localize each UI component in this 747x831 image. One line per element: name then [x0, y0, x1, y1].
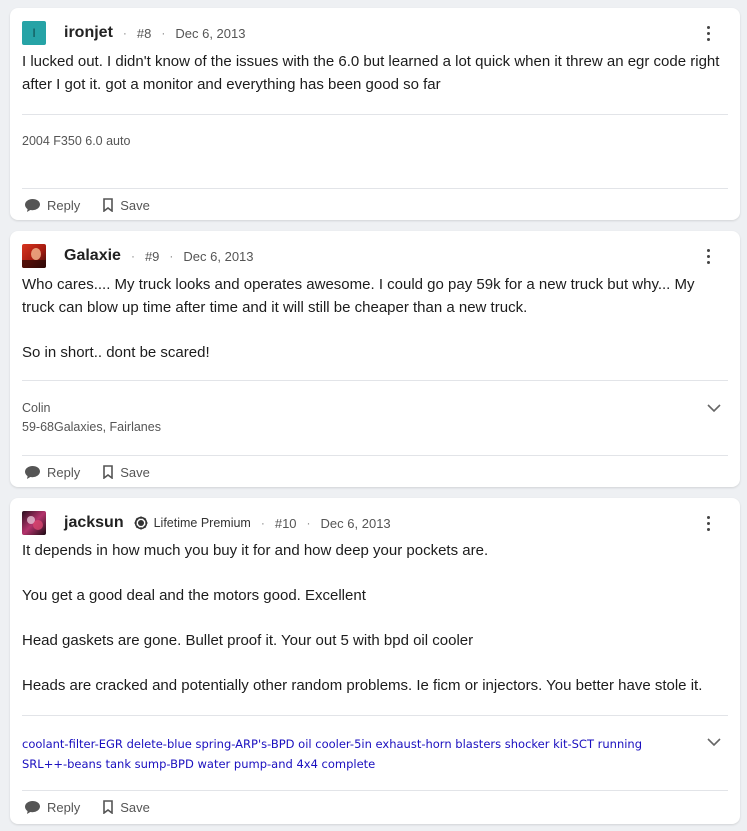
- post-paragraph: You get a good deal and the motors good.…: [22, 587, 366, 604]
- post-number[interactable]: #8: [137, 26, 151, 41]
- gear-badge-icon: [134, 516, 148, 530]
- post-actions: Reply Save: [24, 797, 172, 817]
- reply-icon: [25, 198, 40, 212]
- divider: [22, 715, 728, 716]
- post-header: I ironjet · #8 · Dec 6, 2013: [22, 21, 726, 45]
- reply-label: Reply: [47, 197, 81, 213]
- post-paragraph: Head gaskets are gone. Bullet proof it. …: [22, 632, 474, 649]
- post-card: jacksun Lifetime Premium · #10 · Dec 6, …: [10, 498, 740, 824]
- divider: [22, 790, 728, 791]
- separator-dot: ·: [122, 26, 127, 40]
- reply-icon: [25, 465, 40, 479]
- username[interactable]: ironjet: [64, 24, 113, 42]
- separator-dot: ·: [260, 516, 265, 530]
- avatar[interactable]: [22, 244, 46, 268]
- chevron-down-icon[interactable]: [706, 400, 722, 416]
- post-paragraph: Who cares.... My truck looks and operate…: [22, 276, 695, 316]
- post-date: Dec 6, 2013: [320, 515, 391, 531]
- more-options-icon[interactable]: [698, 246, 718, 266]
- post-paragraph: I lucked out. I didn't know of the issue…: [22, 53, 720, 93]
- post-card: Galaxie · #9 · Dec 6, 2013 Who cares....…: [10, 231, 740, 487]
- post-number[interactable]: #10: [275, 516, 297, 531]
- post-body: I lucked out. I didn't know of the issue…: [22, 50, 726, 96]
- reply-button[interactable]: Reply: [24, 465, 80, 480]
- signature-line: 59-68Galaxies, Fairlanes: [22, 420, 161, 434]
- separator-dot: ·: [130, 249, 135, 263]
- separator-dot: ·: [169, 249, 174, 263]
- post-date: Dec 6, 2013: [175, 25, 246, 41]
- avatar-image: [22, 248, 46, 268]
- more-options-icon[interactable]: [698, 23, 718, 43]
- post-paragraph: So in short.. dont be scared!: [22, 344, 210, 361]
- reply-icon: [25, 800, 40, 814]
- reply-button[interactable]: Reply: [24, 800, 80, 815]
- bookmark-icon: [103, 465, 114, 479]
- save-label: Save: [120, 464, 150, 480]
- save-button[interactable]: Save: [102, 198, 150, 213]
- divider: [22, 114, 728, 115]
- avatar-letter: I: [32, 26, 36, 40]
- save-button[interactable]: Save: [102, 465, 150, 480]
- signature-line: coolant-filter-EGR delete-blue spring-AR…: [22, 737, 643, 751]
- save-label: Save: [120, 799, 150, 815]
- signature: coolant-filter-EGR delete-blue spring-AR…: [22, 734, 680, 774]
- post-body: It depends in how much you buy it for an…: [22, 539, 726, 697]
- more-options-icon[interactable]: [698, 513, 718, 533]
- signature-line: SRL++-beans tank sump-BPD water pump-and…: [22, 757, 376, 771]
- divider: [22, 455, 728, 456]
- post-header: jacksun Lifetime Premium · #10 · Dec 6, …: [22, 511, 726, 535]
- avatar-image: [27, 516, 43, 530]
- separator-dot: ·: [306, 516, 311, 530]
- chevron-down-icon[interactable]: [706, 734, 722, 750]
- save-button[interactable]: Save: [102, 800, 150, 815]
- separator-dot: ·: [161, 26, 166, 40]
- signature: 2004 F350 6.0 auto: [22, 132, 680, 151]
- reply-button[interactable]: Reply: [24, 198, 80, 213]
- signature-line: 2004 F350 6.0 auto: [22, 134, 131, 148]
- username[interactable]: jacksun: [64, 514, 124, 532]
- reply-label: Reply: [47, 799, 81, 815]
- username[interactable]: Galaxie: [64, 247, 121, 265]
- avatar[interactable]: I: [22, 21, 46, 45]
- post-card: I ironjet · #8 · Dec 6, 2013 I lucked ou…: [10, 8, 740, 220]
- save-label: Save: [120, 197, 150, 213]
- avatar[interactable]: [22, 511, 46, 535]
- post-date: Dec 6, 2013: [183, 248, 254, 264]
- divider: [22, 188, 728, 189]
- post-body: Who cares.... My truck looks and operate…: [22, 273, 726, 364]
- member-badge: Lifetime Premium: [153, 516, 251, 530]
- post-header: Galaxie · #9 · Dec 6, 2013: [22, 244, 726, 268]
- bookmark-icon: [103, 198, 114, 212]
- bookmark-icon: [103, 800, 114, 814]
- reply-label: Reply: [47, 464, 81, 480]
- post-actions: Reply Save: [24, 195, 172, 215]
- signature-line: Colin: [22, 401, 51, 415]
- post-paragraph: It depends in how much you buy it for an…: [22, 542, 489, 559]
- post-number[interactable]: #9: [145, 249, 159, 264]
- post-paragraph: Heads are cracked and potentially other …: [22, 677, 703, 694]
- post-actions: Reply Save: [24, 462, 172, 482]
- signature: Colin 59-68Galaxies, Fairlanes: [22, 399, 680, 437]
- divider: [22, 380, 728, 381]
